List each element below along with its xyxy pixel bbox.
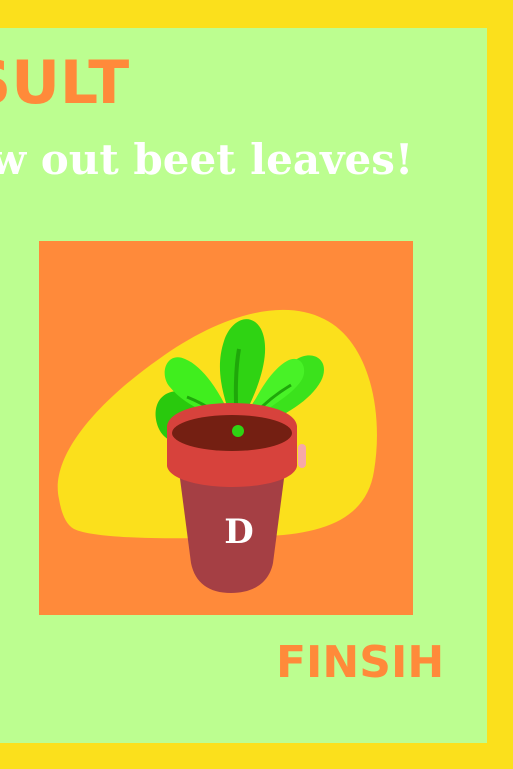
pot-label: D bbox=[224, 512, 253, 552]
finish-button[interactable]: FINSIH bbox=[276, 636, 444, 690]
result-message: w out beet leaves! bbox=[0, 135, 414, 184]
potted-beet-seedling-icon: D bbox=[57, 309, 377, 593]
plant-card: D bbox=[39, 241, 413, 615]
pot-soil bbox=[172, 415, 292, 451]
result-title: SULT bbox=[0, 48, 130, 118]
